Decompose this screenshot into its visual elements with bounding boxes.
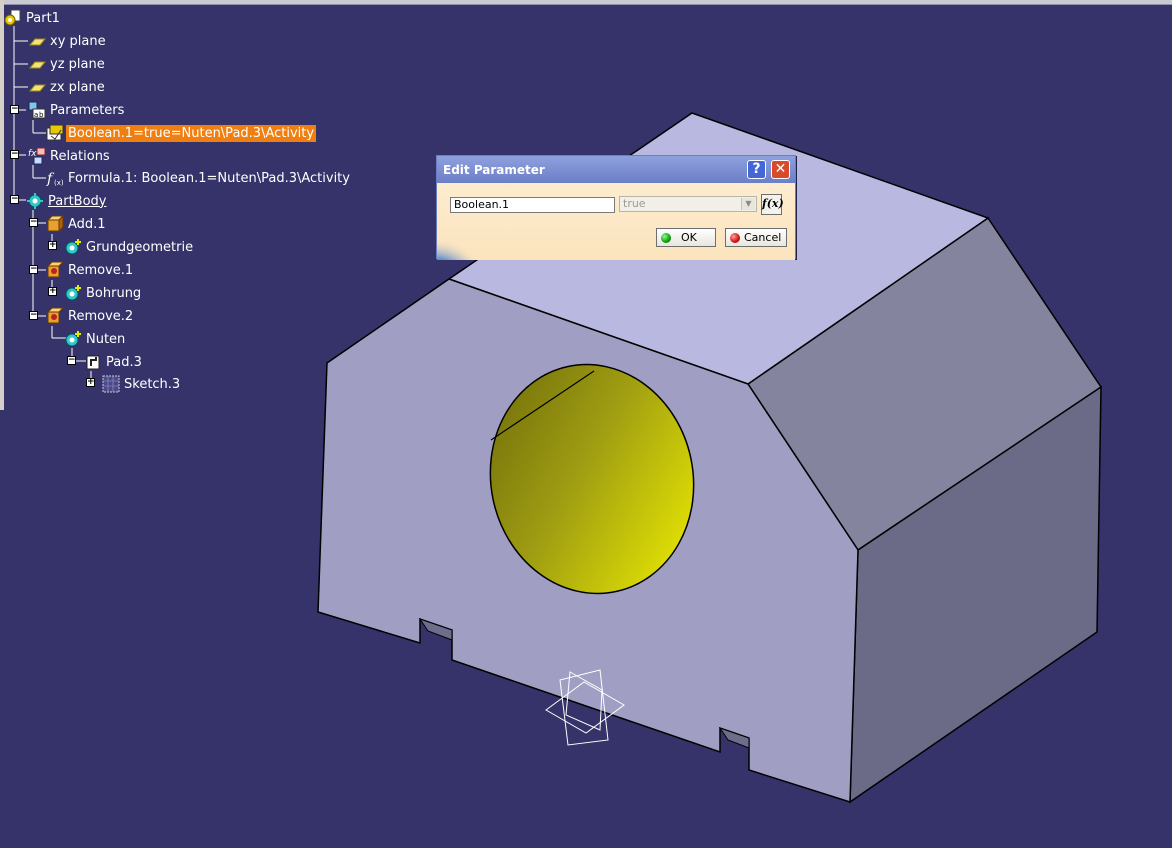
relations-icon: fx	[28, 147, 46, 165]
body-icon	[64, 330, 82, 348]
collapse-toggle[interactable]: −	[29, 265, 38, 274]
formula-button-label: f(x)	[762, 197, 784, 210]
parameter-value-text: true	[623, 197, 646, 210]
help-button[interactable]: ?	[747, 160, 766, 179]
cancel-button[interactable]: Cancel	[725, 228, 787, 247]
specification-tree[interactable]: − − − − + − + − − + Part1 xy plane yz pl…	[0, 0, 420, 420]
tree-item-pad3[interactable]: Pad.3	[84, 352, 144, 372]
ok-status-icon	[661, 232, 671, 243]
chevron-down-icon[interactable]: ▼	[741, 198, 755, 210]
tree-item-formula[interactable]: f (x) Formula.1: Boolean.1=Nuten\Pad.3\Ac…	[46, 168, 352, 188]
boolean-parameter-icon	[46, 124, 64, 142]
dialog-body: Boolean.1 true ▼ f(x) OK Cancel	[437, 183, 795, 260]
dialog-title-bar[interactable]: Edit Parameter ? ✕	[437, 156, 795, 183]
formula-button[interactable]: f(x)	[761, 194, 784, 215]
tree-item-boolean-parameter[interactable]: Boolean.1=true=Nuten\Pad.3\Activity	[46, 123, 317, 143]
plane-icon	[28, 78, 47, 96]
tree-item-remove2[interactable]: Remove.2	[46, 306, 135, 326]
boolean-remove-icon	[46, 261, 65, 279]
body-icon	[64, 238, 82, 256]
tree-item-grundgeometrie[interactable]: Grundgeometrie	[64, 237, 195, 257]
svg-text:a: a	[34, 111, 38, 119]
boolean-add-icon	[46, 214, 65, 233]
tree-item-part1[interactable]: Part1	[4, 8, 62, 28]
plane-icon	[28, 55, 47, 73]
tree-item-parameters[interactable]: ab Parameters	[28, 100, 126, 120]
collapse-toggle[interactable]: −	[10, 150, 19, 159]
ok-button[interactable]: OK	[656, 228, 716, 247]
cancel-button-label: Cancel	[744, 231, 782, 244]
body-icon	[64, 284, 82, 302]
expand-toggle[interactable]: +	[86, 378, 95, 387]
expand-toggle[interactable]: +	[48, 241, 57, 250]
edit-parameter-dialog[interactable]: Edit Parameter ? ✕ Boolean.1 true ▼ f(x)…	[436, 155, 796, 260]
formula-icon: f (x)	[46, 169, 64, 187]
collapse-toggle[interactable]: −	[10, 105, 19, 114]
tree-item-relations[interactable]: fx Relations	[28, 146, 112, 166]
globe-decoration-icon	[437, 238, 476, 260]
tree-item-yz-plane[interactable]: yz plane	[28, 54, 107, 74]
tree-item-bohrung[interactable]: Bohrung	[64, 283, 143, 303]
parameter-name-field[interactable]: Boolean.1	[450, 197, 615, 213]
cancel-status-icon	[730, 232, 740, 243]
collapse-toggle[interactable]: −	[29, 311, 38, 320]
close-button[interactable]: ✕	[771, 160, 790, 179]
part-icon	[4, 9, 22, 27]
pad-icon	[84, 353, 102, 371]
tree-item-sketch3[interactable]: Sketch.3	[102, 374, 182, 394]
expand-toggle[interactable]: +	[48, 287, 57, 296]
tree-item-remove1[interactable]: Remove.1	[46, 260, 135, 280]
body-icon	[26, 192, 44, 210]
ok-button-label: OK	[681, 231, 697, 244]
collapse-toggle[interactable]: −	[10, 195, 19, 204]
tree-item-zx-plane[interactable]: zx plane	[28, 77, 107, 97]
plane-icon	[28, 32, 47, 50]
collapse-toggle[interactable]: −	[67, 356, 76, 365]
tree-item-nuten[interactable]: Nuten	[64, 329, 127, 349]
tree-item-partbody[interactable]: PartBody	[26, 191, 108, 211]
parameters-icon: ab	[28, 101, 46, 119]
tree-item-xy-plane[interactable]: xy plane	[28, 31, 108, 51]
svg-text:b: b	[39, 111, 44, 119]
dialog-title: Edit Parameter	[443, 162, 545, 177]
tree-item-add1[interactable]: Add.1	[46, 214, 108, 234]
parameter-value-select[interactable]: true ▼	[619, 196, 757, 212]
collapse-toggle[interactable]: −	[29, 218, 38, 227]
svg-text:(x): (x)	[54, 179, 64, 187]
sketch-icon	[102, 375, 120, 393]
boolean-remove-icon	[46, 307, 65, 325]
